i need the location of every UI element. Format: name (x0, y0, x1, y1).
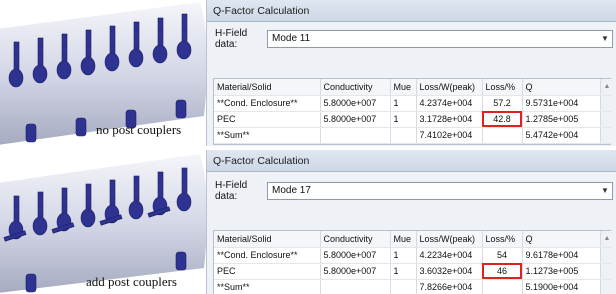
table-header-row: Material/Solid Conductivity Mue Loss/W(p… (214, 231, 612, 248)
table-row[interactable]: PEC 5.8000e+007 1 3.1728e+004 42.8 1.278… (214, 111, 612, 128)
table-cell: 5.1900e+004 (522, 279, 601, 294)
column-header[interactable]: Conductivity (320, 79, 391, 96)
column-header[interactable]: Material/Solid (214, 231, 321, 248)
table-cell: 1.1273e+005 (522, 263, 601, 280)
scrollbar-track[interactable] (600, 127, 612, 144)
table-cell: **Cond. Enclosure** (214, 247, 321, 264)
table-cell: 5.8000e+007 (320, 111, 391, 128)
loss-table: Material/Solid Conductivity Mue Loss/W(p… (213, 78, 612, 145)
table-cell: 7.8266e+004 (416, 279, 483, 294)
column-header[interactable]: Loss/W(peak) (416, 231, 483, 248)
scrollbar-track[interactable] (600, 95, 612, 112)
table-cell: **Sum** (214, 127, 321, 144)
highlighted-loss-cell: 42.8 (482, 111, 523, 128)
cavity-model-image (0, 154, 206, 293)
scrollbar[interactable]: ▲ (600, 79, 612, 96)
table-cell: 5.8000e+007 (320, 95, 391, 112)
panel-no-post-couplers: no post couplers Q-Factor Calculation H-… (0, 0, 616, 146)
table-cell: **Sum** (214, 279, 321, 294)
scrollbar-track[interactable] (600, 263, 612, 280)
table-cell: 54 (482, 247, 523, 264)
table-cell (482, 279, 523, 294)
table-cell: 5.8000e+007 (320, 247, 391, 264)
column-header[interactable]: Material/Solid (214, 79, 321, 96)
scroll-up-icon[interactable]: ▲ (604, 235, 611, 242)
table-cell: 4.2234e+004 (416, 247, 483, 264)
table-cell: PEC (214, 263, 321, 280)
table-cell: 4.2374e+004 (416, 95, 483, 112)
highlighted-loss-cell: 46 (482, 263, 523, 280)
table-row[interactable]: **Cond. Enclosure** 5.8000e+007 1 4.2374… (214, 95, 612, 112)
hfield-select-value: Mode 11 (272, 33, 311, 44)
hfield-select-value: Mode 17 (272, 185, 311, 196)
chevron-down-icon[interactable]: ▼ (600, 31, 610, 47)
q-factor-dialog: Q-Factor Calculation H-Field data: Mode … (206, 150, 616, 294)
table-cell: 1 (390, 111, 417, 128)
table-cell: 1 (390, 247, 417, 264)
column-header[interactable]: Mue (390, 231, 417, 248)
dialog-title: Q-Factor Calculation (207, 0, 616, 22)
loss-table: Material/Solid Conductivity Mue Loss/W(p… (213, 230, 612, 294)
table-cell (320, 127, 391, 144)
scrollbar-track[interactable] (600, 279, 612, 294)
scrollbar-track[interactable] (600, 247, 612, 264)
scrollbar-track[interactable] (600, 111, 612, 128)
table-cell (390, 127, 417, 144)
column-header[interactable]: Mue (390, 79, 417, 96)
column-header[interactable]: Conductivity (320, 231, 391, 248)
table-cell: 3.1728e+004 (416, 111, 483, 128)
column-header[interactable]: Q (522, 231, 601, 248)
cavity-illustration: add post couplers (0, 150, 206, 294)
table-row[interactable]: PEC 5.8000e+007 1 3.6032e+004 46 1.1273e… (214, 263, 612, 280)
table-row[interactable]: **Sum** 7.8266e+004 5.1900e+004 (214, 279, 612, 294)
table-cell: PEC (214, 111, 321, 128)
panel-add-post-couplers: add post couplers Q-Factor Calculation H… (0, 150, 616, 294)
hfield-label: H-Field data: (215, 180, 248, 202)
table-row[interactable]: **Sum** 7.4102e+004 5.4742e+004 (214, 127, 612, 144)
table-cell (320, 279, 391, 294)
table-header-row: Material/Solid Conductivity Mue Loss/W(p… (214, 79, 612, 96)
table-cell: 9.6178e+004 (522, 247, 601, 264)
hfield-select[interactable]: Mode 11 ▼ (267, 30, 613, 48)
table-cell: 5.8000e+007 (320, 263, 391, 280)
hfield-row: H-Field data: Mode 17 ▼ (215, 180, 613, 202)
panel-caption: add post couplers (86, 274, 177, 289)
dialog-title: Q-Factor Calculation (207, 150, 616, 172)
hfield-label: H-Field data: (215, 28, 248, 50)
table-cell (482, 127, 523, 144)
column-header[interactable]: Loss/% (482, 79, 523, 96)
table-cell: 1 (390, 95, 417, 112)
column-header[interactable]: Q (522, 79, 601, 96)
q-factor-dialog: Q-Factor Calculation H-Field data: Mode … (206, 0, 616, 146)
table-cell: **Cond. Enclosure** (214, 95, 321, 112)
panel-caption: no post couplers (96, 122, 182, 137)
column-header[interactable]: Loss/W(peak) (416, 79, 483, 96)
table-cell: 3.6032e+004 (416, 263, 483, 280)
table-cell: 9.5731e+004 (522, 95, 601, 112)
table-cell: 7.4102e+004 (416, 127, 483, 144)
hfield-select[interactable]: Mode 17 ▼ (267, 182, 613, 200)
scroll-up-icon[interactable]: ▲ (604, 83, 611, 90)
column-header[interactable]: Loss/% (482, 231, 523, 248)
cavity-illustration: no post couplers (0, 0, 206, 146)
chevron-down-icon[interactable]: ▼ (600, 183, 610, 199)
table-cell: 1 (390, 263, 417, 280)
table-cell: 57.2 (482, 95, 523, 112)
table-row[interactable]: **Cond. Enclosure** 5.8000e+007 1 4.2234… (214, 247, 612, 264)
scrollbar[interactable]: ▲ (600, 231, 612, 248)
hfield-row: H-Field data: Mode 11 ▼ (215, 28, 613, 50)
table-cell: 5.4742e+004 (522, 127, 601, 144)
table-cell (390, 279, 417, 294)
table-cell: 1.2785e+005 (522, 111, 601, 128)
